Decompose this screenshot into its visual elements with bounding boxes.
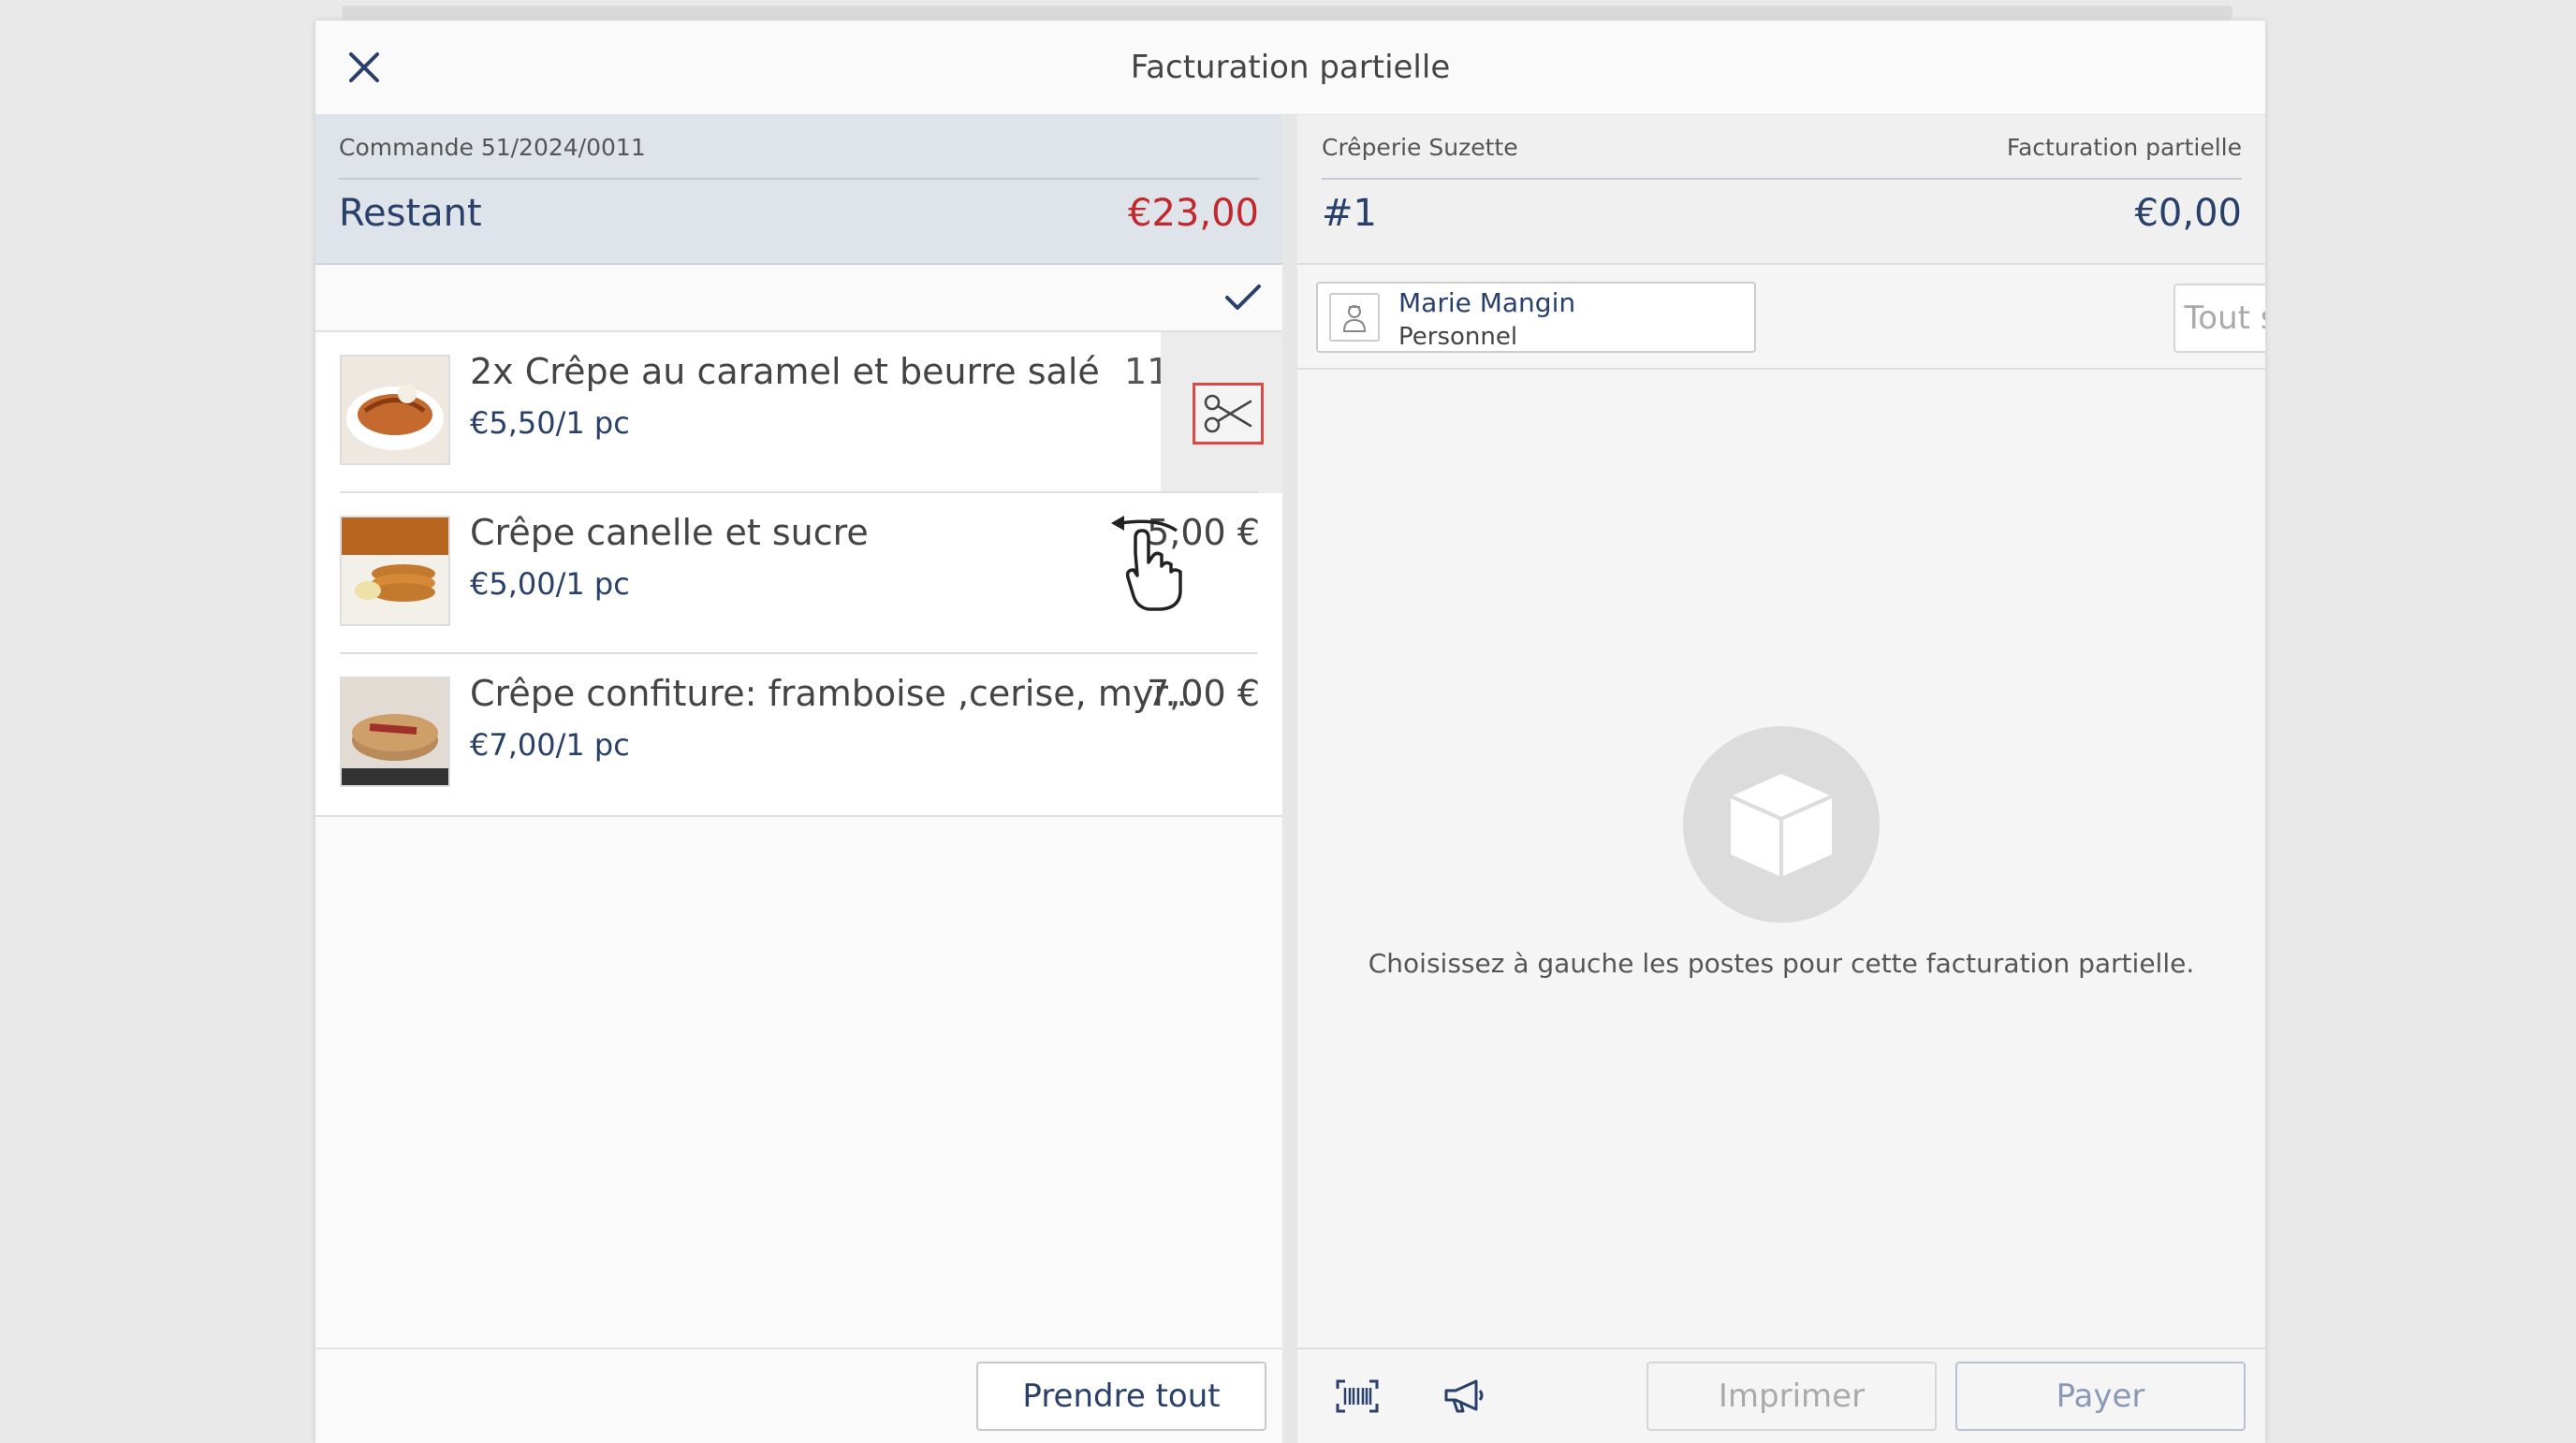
announce-button[interactable] [1436,1374,1492,1419]
partial-billing-dialog: Facturation partielle Commande 51/2024/0… [315,21,2265,1443]
item-image [340,516,450,626]
close-button[interactable] [338,41,390,94]
delete-all-button[interactable]: Tout supprimer [2174,284,2265,353]
select-all-row [315,265,1282,332]
item-total: 7,00 € [1147,673,1260,714]
split-item-button[interactable] [1193,383,1264,445]
megaphone-icon [1444,1379,1484,1413]
item-name: Crêpe canelle et sucre [470,512,869,553]
dialog-header: Facturation partielle [315,21,2265,116]
partial-bill-panel: Crêperie Suzette Facturation partielle #… [1297,115,2265,1443]
list-item[interactable]: 2x Crêpe au caramel et beurre salé €5,50… [315,332,1282,493]
bill-number: #1 [1322,192,1377,235]
item-image [340,677,450,787]
empty-state-message: Choisissez à gauche les postes pour cett… [1368,948,2195,979]
swipe-hand-icon [1111,516,1182,611]
remaining-amount: €23,00 [1128,192,1259,235]
select-all-button[interactable] [1215,270,1271,325]
bill-summary: Crêperie Suzette Facturation partielle #… [1297,115,2265,265]
box-icon [1730,774,1833,877]
item-image [340,355,450,465]
order-number: Commande 51/2024/0011 [339,134,646,161]
remaining-label: Restant [339,192,482,235]
print-button[interactable]: Imprimer [1647,1362,1937,1431]
barcode-icon [1336,1379,1379,1413]
staff-name: Marie Mangin [1398,287,1576,318]
panel-divider [1282,115,1297,1443]
item-unit-price: €7,00/1 pc [470,727,630,763]
background-window-strip [342,6,2232,19]
item-unit-price: €5,50/1 pc [470,405,630,441]
divider [339,178,1259,180]
order-panel-footer: Prendre tout [315,1348,1282,1443]
swipe-action-area [1161,332,1282,493]
staff-selector[interactable]: Marie Mangin Personnel [1316,282,1756,353]
restaurant-name: Crêperie Suzette [1322,134,1518,161]
checkmark-icon [1225,284,1261,310]
bill-amount: €0,00 [2134,192,2242,235]
waiter-icon [1342,305,1367,332]
list-item[interactable]: Crêpe confiture: framboise ,cerise, myr.… [315,654,1282,815]
take-all-button[interactable]: Prendre tout [976,1362,1266,1431]
pay-button[interactable]: Payer [1955,1362,2246,1431]
item-name: 2x Crêpe au caramel et beurre salé [470,351,1100,392]
staff-role: Personnel [1398,323,1518,351]
item-name: Crêpe confiture: framboise ,cerise, myr.… [470,673,1199,714]
staff-row: Marie Mangin Personnel Tout supprimer [1297,265,2265,370]
billing-mode-label: Facturation partielle [2006,134,2242,161]
close-icon [349,52,379,82]
bill-panel-footer: Imprimer Payer [1297,1348,2265,1443]
staff-avatar [1329,293,1380,342]
item-unit-price: €5,00/1 pc [470,566,630,602]
empty-state-illustration [1683,726,1880,923]
order-summary: Commande 51/2024/0011 Restant €23,00 [315,115,1282,265]
barcode-scan-button[interactable] [1329,1374,1385,1419]
dialog-title: Facturation partielle [1130,49,1451,86]
order-panel: Commande 51/2024/0011 Restant €23,00 2x … [315,115,1282,1443]
scissors-icon [1204,394,1252,433]
divider [1322,178,2242,180]
